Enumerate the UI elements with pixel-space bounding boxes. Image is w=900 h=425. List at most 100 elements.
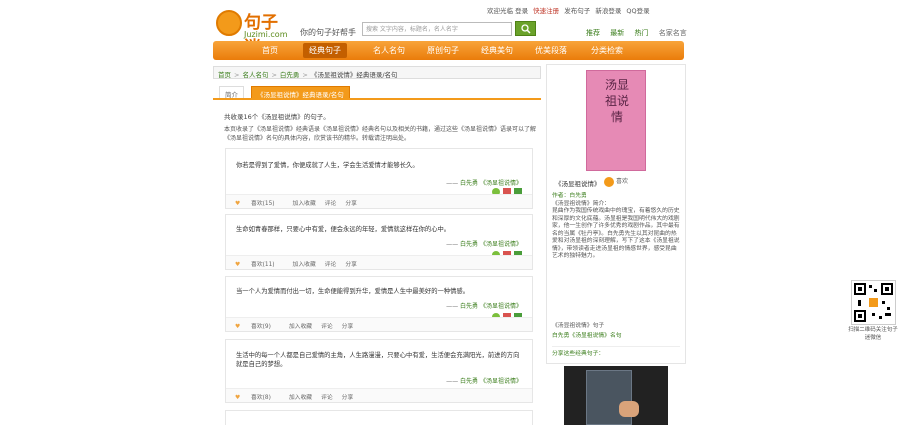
hand-image [619, 401, 639, 417]
book-like-label: 喜欢 [616, 178, 629, 185]
quote-actions: ♥ 喜欢(9) 加入收藏 评论 分享 [226, 317, 532, 331]
top-links: 欢迎光临 登录 快速注册 发布句子 新浪登录 QQ登录 [487, 5, 653, 15]
quote-source: —— 白先勇 《汤显祖说情》 [446, 378, 522, 385]
quote-text[interactable]: 生活中的每一个人都是自己爱情的主角，人生路漫漫，只要心中有爱，生活便会充满阳光，… [226, 340, 532, 369]
breadcrumb-author[interactable]: 白先勇 [280, 71, 300, 78]
quote-actions: ♥ 喜欢(15) 加入收藏 评论 分享 [226, 194, 532, 208]
cat-link-recommend[interactable]: 推荐 [586, 29, 600, 37]
more-link[interactable]: 白先勇《汤显祖说情》名句 [552, 330, 682, 339]
book-name[interactable]: 《汤显祖说情》 [555, 178, 601, 188]
qr-code-icon [854, 283, 893, 322]
share-button[interactable]: 分享 [345, 201, 357, 207]
quote-author[interactable]: 白先勇 [460, 241, 478, 248]
share-row: 分享这些经典句子： [552, 346, 680, 357]
like-count: 喜欢(11) [251, 262, 275, 268]
book-author[interactable]: 作者：白先勇 [552, 193, 680, 201]
collect-button[interactable]: 加入收藏 [293, 262, 316, 268]
like-count: 喜欢(9) [251, 324, 271, 330]
intro-section: 共收录16个《汤显祖说情》的句子。 本页收录了《汤显祖说情》经典语录《汤显祖说情… [224, 113, 536, 143]
quote-text[interactable]: 生命如青春那样，只要心中有爱，便会永远的年轻，爱情就这样在你的心中。 [226, 215, 532, 234]
book-cover[interactable]: 汤显祖说情 [586, 70, 646, 171]
quote-author[interactable]: 白先勇 [460, 378, 478, 385]
quote-book[interactable]: 《汤显祖说情》 [480, 378, 522, 385]
nav-item-paragraph[interactable]: 优美段落 [535, 45, 567, 56]
quote-count: 共收录16个《汤显祖说情》的句子。 [224, 113, 330, 121]
nav-item-category[interactable]: 分类检索 [591, 45, 623, 56]
quote-author[interactable]: 白先勇 [460, 303, 478, 310]
quote-card: 生活中的每一个人都是自己爱情的主角，人生路漫漫，只要心中有爱，生活便会充满阳光，… [225, 339, 533, 403]
cat-link-latest[interactable]: 最新 [610, 29, 624, 37]
logo-pot-icon [216, 10, 242, 36]
quote-source: —— 白先勇 《汤显祖说情》 [446, 241, 522, 248]
top-link-register[interactable]: 快速注册 [533, 7, 559, 15]
like-button[interactable]: ♥ 喜欢(8) [235, 395, 280, 401]
more-link[interactable]: 《汤显祖说情》句子 [552, 320, 682, 329]
nav-item-famous[interactable]: 名人名句 [373, 45, 405, 56]
breadcrumb-home[interactable]: 首页 [218, 71, 231, 78]
qr-code [851, 280, 896, 325]
tab-intro[interactable]: 简介 [219, 86, 244, 99]
comment-button[interactable]: 评论 [321, 324, 333, 330]
comment-button[interactable]: 评论 [325, 201, 337, 207]
cat-link-famous[interactable]: 名家名言 [659, 29, 687, 37]
book-summary-title: 《汤显祖说情》简介： [552, 200, 610, 207]
book-cover-title: 汤显祖说情 [604, 78, 629, 124]
comment-button[interactable]: 评论 [325, 262, 337, 268]
qr-caption: 扫描二维码关注句子迷微信 [848, 327, 898, 341]
quote-card [225, 410, 533, 425]
comment-button[interactable]: 评论 [321, 395, 333, 401]
quote-card: 当一个人为爱情而付出一切，生命便能得到升华，爱情是人生中最美好的一种情感。 ——… [225, 276, 533, 332]
share-button[interactable]: 分享 [345, 262, 357, 268]
search-button[interactable] [515, 21, 536, 36]
search-input[interactable]: 搜索 文字内容，标题名，名人名字 [362, 22, 512, 36]
cat-link-hot[interactable]: 热门 [634, 29, 648, 37]
quote-book[interactable]: 《汤显祖说情》 [480, 180, 522, 187]
site-slogan: 你的句子好帮手 [300, 28, 356, 37]
quote-author[interactable]: 白先勇 [460, 180, 478, 187]
page: 句子迷 Juzimi.com 你的句子好帮手 搜索 文字内容，标题名，名人名字 … [0, 0, 900, 425]
quote-actions: ♥ 喜欢(8) 加入收藏 评论 分享 [226, 388, 532, 402]
tab-quotes[interactable]: 《汤显祖说情》经典语录/名句 [251, 86, 350, 99]
site-logo[interactable]: 句子迷 Juzimi.com [216, 6, 294, 58]
quote-source: —— 白先勇 《汤显祖说情》 [446, 180, 522, 187]
main-nav: 首页 经典句子 名人名句 原创句子 经典美句 优美段落 分类检索 [213, 41, 684, 60]
quote-text[interactable]: 你若是得到了爱情，你便成就了人生，学会生活爱情才能够长久。 [226, 149, 532, 170]
quote-book[interactable]: 《汤显祖说情》 [480, 303, 522, 310]
nav-item-beautiful[interactable]: 经典美句 [481, 45, 513, 56]
book-summary: 作者：白先勇 《汤显祖说情》简介： 昆曲作为我国传统戏曲中的瑰宝，有着悠久的历史… [552, 193, 680, 261]
book-like-button[interactable]: 喜欢 [604, 176, 628, 187]
heart-icon [604, 176, 614, 187]
top-link-weibo-login[interactable]: 新浪登录 [595, 7, 621, 15]
quote-book[interactable]: 《汤显祖说情》 [480, 241, 522, 248]
collect-button[interactable]: 加入收藏 [289, 395, 312, 401]
like-count: 喜欢(8) [251, 395, 271, 401]
breadcrumb: 首页 > 名人名句 > 白先勇 > 《汤显祖说情》经典语录/名句 [213, 66, 541, 79]
quote-actions: ♥ 喜欢(11) 加入收藏 评论 分享 [226, 255, 532, 269]
logo-subtitle: Juzimi.com [244, 30, 288, 39]
nav-item-home[interactable]: 首页 [262, 45, 278, 56]
nav-item-classic[interactable]: 经典句子 [303, 43, 347, 58]
breadcrumb-famous[interactable]: 名人名句 [242, 71, 268, 78]
like-button[interactable]: ♥ 喜欢(15) [235, 201, 284, 207]
share-button[interactable]: 分享 [342, 395, 354, 401]
top-link-login[interactable]: 欢迎光临 登录 [487, 7, 528, 15]
share-button[interactable]: 分享 [342, 324, 354, 330]
top-link-publish[interactable]: 发布句子 [564, 7, 590, 15]
tab-underline [213, 98, 541, 100]
quote-card: 生命如青春那样，只要心中有爱，便会永远的年轻，爱情就这样在你的心中。 —— 白先… [225, 214, 533, 270]
ad-photo[interactable] [564, 366, 668, 425]
category-links: 推荐 最新 热门 名家名言 [586, 28, 695, 38]
book-summary-text: 昆曲作为我国传统戏曲中的瑰宝，有着悠久的历史和深厚的文化底蕴。汤显祖是我国明代伟… [552, 208, 680, 259]
collect-button[interactable]: 加入收藏 [293, 201, 316, 207]
like-count: 喜欢(15) [251, 201, 275, 207]
top-link-qq-login[interactable]: QQ登录 [626, 7, 649, 15]
like-button[interactable]: ♥ 喜欢(9) [235, 324, 280, 330]
intro-text: 本页收录了《汤显祖说情》经典语录《汤显祖说情》经典名句以及相关的书籍，通过这些《… [224, 126, 537, 142]
quote-text[interactable]: 当一个人为爱情而付出一切，生命便能得到升华，爱情是人生中最美好的一种情感。 [226, 277, 532, 296]
nav-item-original[interactable]: 原创句子 [427, 45, 459, 56]
heart-icon: ♥ [235, 324, 241, 330]
breadcrumb-current: 《汤显祖说情》经典语录/名句 [310, 71, 398, 79]
heart-icon: ♥ [235, 262, 241, 268]
like-button[interactable]: ♥ 喜欢(11) [235, 262, 284, 268]
collect-button[interactable]: 加入收藏 [289, 324, 312, 330]
